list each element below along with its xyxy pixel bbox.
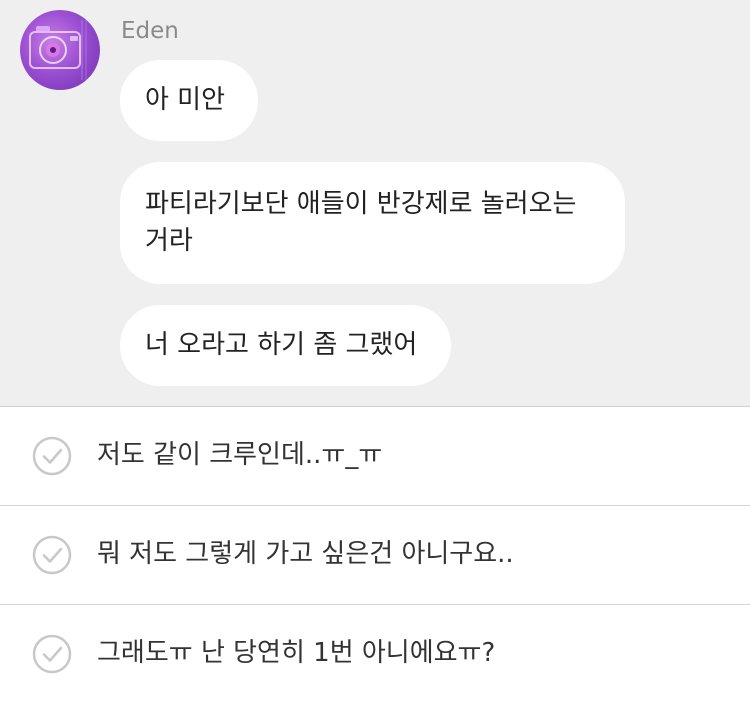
reply-option-label: 저도 같이 크루인데..ㅠ_ㅠ <box>97 440 383 470</box>
message-bubble: 아 미안 <box>120 60 258 141</box>
reply-option[interactable]: 저도 같이 크루인데..ㅠ_ㅠ <box>0 406 750 505</box>
reply-option-label: 뭐 저도 그렇게 가고 싶은건 아니구요.. <box>97 539 514 569</box>
message-bubble: 너 오라고 하기 좀 그랬어 <box>120 305 451 386</box>
avatar[interactable] <box>20 10 100 90</box>
check-circle-icon <box>32 436 72 476</box>
sender-name: Eden <box>121 18 179 44</box>
reply-option[interactable]: 그래도ㅠ 난 당연히 1번 아니에요ㅠ? <box>0 604 750 703</box>
camera-avatar-icon <box>29 20 87 80</box>
chat-area: Eden 아 미안 파티라기보단 애들이 반강제로 놀러오는 거라 너 오라고 … <box>0 0 750 406</box>
reply-option[interactable]: 뭐 저도 그렇게 가고 싶은건 아니구요.. <box>0 505 750 604</box>
message-bubble: 파티라기보단 애들이 반강제로 놀러오는 거라 <box>120 162 625 284</box>
reply-option-label: 그래도ㅠ 난 당연히 1번 아니에요ㅠ? <box>97 638 496 668</box>
check-circle-icon <box>32 634 72 674</box>
reply-options: 저도 같이 크루인데..ㅠ_ㅠ 뭐 저도 그렇게 가고 싶은건 아니구요.. 그… <box>0 406 750 703</box>
check-circle-icon <box>32 535 72 575</box>
